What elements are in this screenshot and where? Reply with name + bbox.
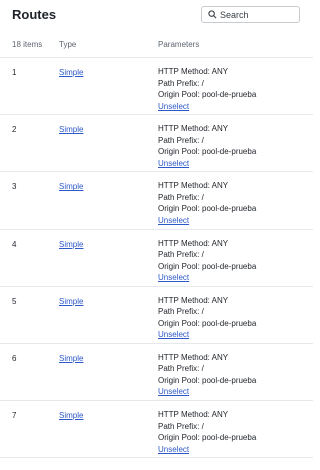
route-parameters: HTTP Method: ANY Path Prefix: / Origin P… — [158, 180, 256, 226]
path-prefix: Path Prefix: / — [158, 78, 204, 88]
path-prefix: Path Prefix: / — [158, 364, 204, 374]
path-prefix: Path Prefix: / — [158, 250, 204, 260]
row-index: 7 — [12, 411, 17, 421]
path-prefix: Path Prefix: / — [158, 192, 204, 202]
origin-pool: Origin Pool: pool-de-prueba — [158, 375, 257, 385]
route-type-link[interactable]: Simple — [59, 182, 83, 191]
table-row: 7 Simple HTTP Method: ANY Path Prefix: /… — [0, 401, 313, 459]
route-parameters: HTTP Method: ANY Path Prefix: / Origin P… — [158, 66, 256, 112]
column-header-parameters: Parameters — [158, 40, 200, 49]
path-prefix: Path Prefix: / — [158, 135, 204, 145]
http-method: HTTP Method: ANY — [158, 238, 229, 248]
row-index: 4 — [12, 239, 17, 249]
unselect-link[interactable]: Unselect — [158, 159, 189, 168]
routes-list: 1 Simple HTTP Method: ANY Path Prefix: /… — [0, 58, 313, 459]
table-row: 3 Simple HTTP Method: ANY Path Prefix: /… — [0, 172, 313, 230]
table-row: 2 Simple HTTP Method: ANY Path Prefix: /… — [0, 115, 313, 173]
table-row: 5 Simple HTTP Method: ANY Path Prefix: /… — [0, 287, 313, 344]
route-parameters: HTTP Method: ANY Path Prefix: / Origin P… — [158, 295, 256, 341]
unselect-link[interactable]: Unselect — [158, 330, 189, 339]
http-method: HTTP Method: ANY — [158, 410, 229, 420]
search-input[interactable] — [220, 7, 298, 22]
row-index: 5 — [12, 296, 17, 306]
unselect-link[interactable]: Unselect — [158, 216, 189, 225]
route-type-link[interactable]: Simple — [59, 411, 83, 420]
origin-pool: Origin Pool: pool-de-prueba — [158, 433, 257, 443]
origin-pool: Origin Pool: pool-de-prueba — [158, 318, 257, 328]
table-row: 4 Simple HTTP Method: ANY Path Prefix: /… — [0, 230, 313, 287]
origin-pool: Origin Pool: pool-de-prueba — [158, 261, 257, 271]
table-row: 1 Simple HTTP Method: ANY Path Prefix: /… — [0, 58, 313, 116]
page-header: Routes — [0, 0, 313, 30]
table-row: 6 Simple HTTP Method: ANY Path Prefix: /… — [0, 344, 313, 402]
search-box[interactable] — [201, 6, 300, 23]
route-type-link[interactable]: Simple — [59, 297, 83, 306]
origin-pool: Origin Pool: pool-de-prueba — [158, 204, 257, 214]
origin-pool: Origin Pool: pool-de-prueba — [158, 90, 257, 99]
unselect-link[interactable]: Unselect — [158, 102, 189, 111]
route-parameters: HTTP Method: ANY Path Prefix: / Origin P… — [158, 238, 256, 284]
route-parameters: HTTP Method: ANY Path Prefix: / Origin P… — [158, 352, 256, 398]
http-method: HTTP Method: ANY — [158, 295, 229, 305]
route-type-link[interactable]: Simple — [59, 68, 83, 77]
path-prefix: Path Prefix: / — [158, 421, 204, 431]
path-prefix: Path Prefix: / — [158, 307, 204, 317]
http-method: HTTP Method: ANY — [158, 124, 229, 134]
unselect-link[interactable]: Unselect — [158, 445, 189, 454]
row-index: 2 — [12, 125, 17, 135]
route-parameters: HTTP Method: ANY Path Prefix: / Origin P… — [158, 123, 256, 169]
row-index: 1 — [12, 68, 17, 77]
column-header-type: Type — [59, 40, 77, 49]
http-method: HTTP Method: ANY — [158, 181, 229, 191]
unselect-link[interactable]: Unselect — [158, 387, 189, 396]
route-type-link[interactable]: Simple — [59, 125, 83, 134]
route-type-link[interactable]: Simple — [59, 354, 83, 363]
row-index: 3 — [12, 182, 17, 192]
route-parameters: HTTP Method: ANY Path Prefix: / Origin P… — [158, 409, 256, 455]
route-type-link[interactable]: Simple — [59, 240, 83, 249]
item-count: 18 items — [12, 40, 43, 49]
search-icon — [208, 10, 217, 19]
table-header: 18 items Type Parameters — [0, 34, 313, 58]
unselect-link[interactable]: Unselect — [158, 273, 189, 282]
row-index: 6 — [12, 353, 17, 363]
origin-pool: Origin Pool: pool-de-prueba — [158, 147, 257, 157]
http-method: HTTP Method: ANY — [158, 352, 229, 362]
page-title: Routes — [12, 7, 57, 22]
http-method: HTTP Method: ANY — [158, 67, 229, 76]
